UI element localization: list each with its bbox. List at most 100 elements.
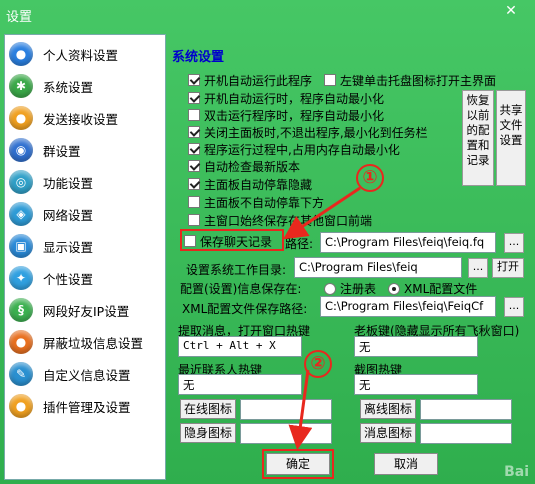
checkbox-box[interactable] (188, 109, 200, 121)
button-label: 置和 (466, 138, 490, 152)
checkbox-box[interactable] (188, 214, 200, 226)
checkbox-memory-minimize[interactable]: 程序运行过程中,占用内存自动最小化 (188, 141, 400, 157)
sidebar-item-label: 个性设置 (43, 271, 94, 287)
xml-path-field[interactable]: C:\Program Files\feiq\FeiqCf (320, 296, 496, 317)
recent-contact-field[interactable]: 无 (178, 374, 302, 395)
radio-dot[interactable] (388, 282, 400, 295)
person-icon: ● (9, 42, 33, 66)
message-icon-field[interactable] (420, 423, 512, 444)
hidden-icon-button[interactable]: 隐身图标 (180, 423, 236, 443)
checkbox-box[interactable] (188, 196, 200, 208)
sidebar-item-system[interactable]: ✱ 系统设置 (5, 70, 165, 102)
radio-registry[interactable]: 注册表 (324, 280, 376, 297)
checkbox-box[interactable] (188, 160, 200, 172)
sidebar-item-label: 系统设置 (43, 79, 94, 95)
section-title: 系统设置 (172, 50, 225, 65)
button-label: 记录 (466, 153, 490, 167)
gear-icon: ✱ (9, 74, 33, 98)
checkbox-label: 双击运行程序时，程序自动最小化 (204, 108, 385, 123)
checkbox-box[interactable] (188, 178, 200, 190)
xml-path-label: XML配置文件保存路径: (182, 302, 308, 316)
radio-xml[interactable]: XML配置文件 (388, 280, 477, 297)
sidebar-item-label: 自定义信息设置 (43, 367, 131, 383)
hotkey-message-field[interactable]: Ctrl + Alt + X (178, 336, 302, 357)
sidebar-item-ip[interactable]: § 网段好友IP设置 (5, 294, 165, 326)
sidebar-item-function[interactable]: ◎ 功能设置 (5, 166, 165, 198)
sidebar-item-label: 显示设置 (43, 239, 94, 255)
checkbox-autostart[interactable]: 开机自动运行此程序 (188, 72, 312, 88)
workdir-field[interactable]: C:\Program Files\feiq (294, 257, 462, 278)
sidebar-item-display[interactable]: ▣ 显示设置 (5, 230, 165, 262)
xml-path-browse-button[interactable]: ... (504, 297, 524, 317)
checkbox-box[interactable] (188, 92, 200, 104)
plugin-icon: ● (9, 394, 33, 418)
sidebar-item-label: 发送接收设置 (43, 111, 119, 127)
button-label: 共享 (499, 103, 523, 117)
offline-icon-field[interactable] (420, 399, 512, 420)
open-button[interactable]: 打开 (492, 258, 524, 278)
checkbox-label: 开机自动运行此程序 (204, 73, 313, 88)
annotation-one: ① (356, 164, 384, 192)
watermark: Bai (504, 464, 529, 480)
checkbox-box[interactable] (188, 126, 200, 138)
share-file-button[interactable]: 共享 文件 设置 (496, 90, 526, 186)
checkbox-always-on-top[interactable]: 主窗口始终保存在其他窗口前端 (188, 212, 372, 228)
sidebar-item-custom[interactable]: ✎ 自定义信息设置 (5, 358, 165, 390)
checkbox-box[interactable] (188, 74, 200, 86)
online-icon-field[interactable] (240, 399, 332, 420)
button-label: 文件 (499, 118, 523, 132)
online-icon-button[interactable]: 在线图标 (180, 399, 236, 419)
annotation-two: ② (304, 350, 332, 378)
checkbox-check-update[interactable]: 自动检查最新版本 (188, 158, 300, 174)
sidebar-item-send-receive[interactable]: ● 发送接收设置 (5, 102, 165, 134)
chat-path-label: 路径: (285, 237, 314, 251)
boss-key-field[interactable]: 无 (354, 336, 478, 357)
close-button[interactable]: ✕ (493, 2, 529, 20)
checkbox-no-dock-bottom[interactable]: 主面板不自动停靠下方 (188, 194, 324, 210)
display-icon: ▣ (9, 234, 33, 258)
checkbox-label: 主面板自动停靠隐藏 (204, 177, 313, 192)
sidebar-item-group[interactable]: ◉ 群设置 (5, 134, 165, 166)
chat-path-field[interactable]: C:\Program Files\feiq\feiq.fq (320, 232, 496, 253)
send-icon: ● (9, 106, 33, 130)
radio-label: XML配置文件 (404, 282, 478, 296)
capture-field[interactable]: 无 (354, 374, 478, 395)
restore-config-button[interactable]: 恢复 以前 的配 置和 记录 (462, 90, 494, 186)
chat-path-browse-button[interactable]: ... (504, 233, 524, 253)
star-icon: ✦ (9, 266, 33, 290)
checkbox-auto-dock[interactable]: 主面板自动停靠隐藏 (188, 176, 312, 192)
checkbox-autostart-minimize[interactable]: 开机自动运行时，程序自动最小化 (188, 90, 384, 106)
checkbox-box[interactable] (324, 74, 336, 86)
sidebar-item-network[interactable]: ◈ 网络设置 (5, 198, 165, 230)
checkbox-close-to-tray[interactable]: 关闭主面板时,不退出程序,最小化到任务栏 (188, 124, 428, 140)
ip-icon: § (9, 298, 33, 322)
sidebar-item-profile[interactable]: ● 个人资料设置 (5, 38, 165, 70)
offline-icon-button[interactable]: 离线图标 (360, 399, 416, 419)
checkbox-label: 主面板不自动停靠下方 (204, 195, 325, 210)
checkbox-label: 关闭主面板时,不退出程序,最小化到任务栏 (204, 125, 428, 140)
workdir-browse-button[interactable]: ... (468, 258, 488, 278)
button-label: 以前 (466, 108, 490, 122)
sidebar-item-spam[interactable]: ● 屏蔽垃圾信息设置 (5, 326, 165, 358)
sidebar-item-plugin[interactable]: ● 插件管理及设置 (5, 390, 165, 422)
close-icon: ✕ (505, 3, 517, 19)
window-title: 设置 (6, 10, 33, 25)
message-icon-button[interactable]: 消息图标 (360, 423, 416, 443)
checkbox-box[interactable] (188, 143, 200, 155)
network-icon: ◈ (9, 202, 33, 226)
sidebar-item-label: 屏蔽垃圾信息设置 (43, 335, 144, 351)
radio-label: 注册表 (340, 282, 377, 296)
settings-window: 设置 ✕ ● 个人资料设置 ✱ 系统设置 ● 发送接收设置 ◉ 群设置 ◎ 功能… (0, 0, 535, 484)
globe-icon: ◉ (9, 138, 33, 162)
radio-dot[interactable] (324, 282, 336, 295)
button-label: 恢复 (466, 93, 490, 107)
cancel-button[interactable]: 取消 (374, 453, 438, 475)
sidebar-item-label: 功能设置 (43, 175, 94, 191)
checkbox-label: 开机自动运行时，程序自动最小化 (204, 91, 385, 106)
checkbox-doubleclick-minimize[interactable]: 双击运行程序时，程序自动最小化 (188, 107, 384, 123)
sidebar-item-label: 个人资料设置 (43, 47, 119, 63)
checkbox-left-click-tray[interactable]: 左键单击托盘图标打开主界面 (324, 72, 496, 88)
sidebar-item-label: 网络设置 (43, 207, 94, 223)
sidebar-item-personal[interactable]: ✦ 个性设置 (5, 262, 165, 294)
hidden-icon-field[interactable] (240, 423, 332, 444)
